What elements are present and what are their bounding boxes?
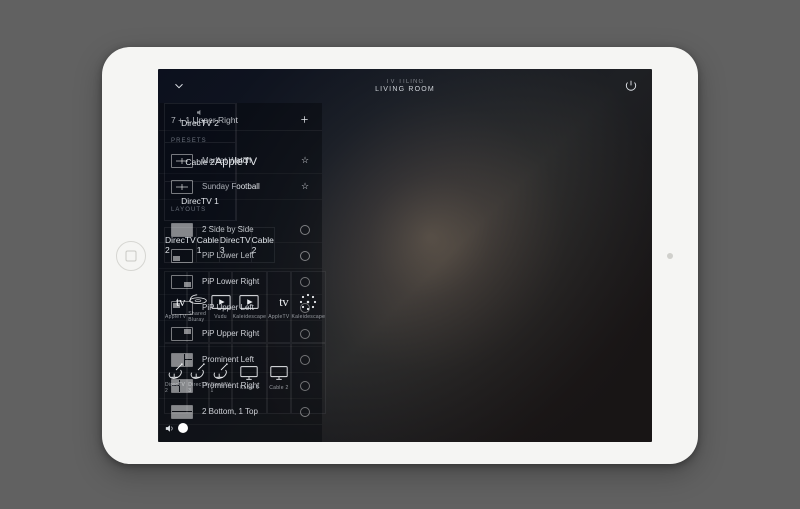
source-vudu[interactable]: Vudu xyxy=(209,271,231,343)
row-tile[interactable]: Cable 1 xyxy=(197,227,220,263)
layout-thumb-icon xyxy=(171,275,193,289)
audio-active-icon xyxy=(196,108,205,117)
row-tile-label: Cable 1 xyxy=(197,235,219,255)
volume-icon xyxy=(164,423,175,434)
add-preset-icon[interactable] xyxy=(298,114,310,126)
source-label: Kaleidescape xyxy=(233,314,267,320)
layout-radio[interactable] xyxy=(300,225,310,235)
satellite-dish-icon xyxy=(211,361,231,379)
source-label: Cable 1 xyxy=(240,385,259,391)
source-cable-1[interactable]: Cable 1 xyxy=(232,343,268,415)
layout-thumb-icon xyxy=(171,405,193,419)
layout-thumb-icon xyxy=(171,249,193,263)
row-tile-label: Cable 2 xyxy=(252,235,274,255)
monitor-icon xyxy=(239,364,259,382)
source-label: Cable 2 xyxy=(269,385,288,391)
layout-thumb-icon xyxy=(171,223,193,237)
favorite-icon[interactable]: ☆ xyxy=(300,156,310,166)
favorite-icon[interactable]: ☆ xyxy=(300,182,310,192)
back-chevron-icon[interactable] xyxy=(172,79,186,93)
source-cable-2[interactable]: Cable 2 xyxy=(267,343,290,415)
tablet-frame: TV TILING LIVING ROOM DirecTV 2Cable 2Di… xyxy=(102,47,698,464)
row-tile-label: DirecTV 3 xyxy=(220,235,251,255)
layout-radio[interactable] xyxy=(300,251,310,261)
layout-thumb-icon xyxy=(171,301,193,315)
header-room: LIVING ROOM xyxy=(375,86,435,93)
source-label: Vudu xyxy=(214,314,227,320)
app-screen: TV TILING LIVING ROOM DirecTV 2Cable 2Di… xyxy=(158,69,652,442)
play-icon xyxy=(211,294,231,310)
source-kaleidescape[interactable]: Kaleidescape xyxy=(291,271,327,343)
side-tile-label: DirecTV 2 xyxy=(181,118,219,128)
source-label: AppleTV xyxy=(165,314,186,320)
kaleidescape-icon xyxy=(298,292,318,312)
layout-thumb-icon xyxy=(171,353,193,367)
preset-thumb-icon xyxy=(171,154,193,168)
source-appletv[interactable]: tv AppleTV xyxy=(267,271,290,343)
layout-thumb-icon xyxy=(171,379,193,393)
source-empty xyxy=(291,343,327,415)
play-icon xyxy=(239,294,259,310)
side-tile[interactable]: DirecTV 2 xyxy=(164,103,236,143)
header: TV TILING LIVING ROOM xyxy=(158,69,652,103)
preset-thumb-icon xyxy=(171,180,193,194)
side-tile-label: DirecTV 1 xyxy=(181,196,219,206)
main-tile-label: AppleTV xyxy=(215,156,257,168)
row-tile[interactable]: Cable 2 xyxy=(252,227,275,263)
source-label: DirecTV 1 xyxy=(210,382,230,394)
header-context: TV TILING xyxy=(386,79,424,85)
tablet-camera xyxy=(667,253,673,259)
source-label: AppleTV xyxy=(268,314,289,320)
source-label: Kaleidescape xyxy=(292,314,326,320)
power-icon[interactable] xyxy=(624,79,638,93)
appletv-icon: tv xyxy=(270,294,289,310)
row-tile[interactable]: DirecTV 3 xyxy=(220,227,252,263)
source-directv-1[interactable]: DirecTV 1 xyxy=(209,343,231,415)
tablet-home-button[interactable] xyxy=(116,241,146,271)
main-tile[interactable]: AppleTV xyxy=(236,103,237,221)
layout-thumb-icon xyxy=(171,327,193,341)
monitor-icon xyxy=(269,364,289,382)
source-kaleidescape[interactable]: Kaleidescape xyxy=(232,271,268,343)
